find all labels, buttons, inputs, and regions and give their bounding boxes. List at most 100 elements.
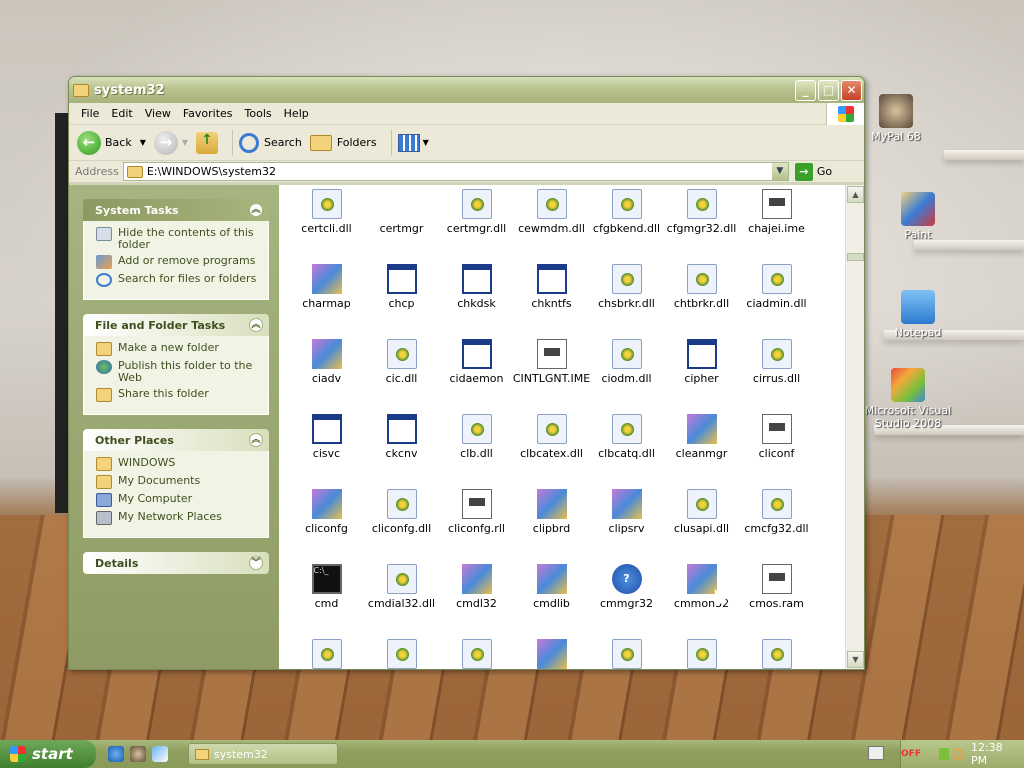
search-button[interactable]: Search [239, 132, 302, 153]
file-item[interactable] [739, 639, 814, 669]
file-item[interactable]: cliconfg.dll [364, 489, 439, 564]
file-item[interactable]: cirrus.dll [739, 339, 814, 414]
tray-app-icon[interactable] [938, 748, 949, 760]
menu-edit[interactable]: Edit [105, 107, 138, 120]
file-item[interactable]: ciodm.dll [589, 339, 664, 414]
file-item[interactable]: cic.dll [364, 339, 439, 414]
place-my-documents[interactable]: My Documents [96, 475, 262, 489]
file-item[interactable]: cfgmgr32.dll [664, 189, 739, 264]
file-item[interactable] [514, 639, 589, 669]
forward-dropdown-icon[interactable]: ▼ [182, 138, 188, 147]
file-item[interactable]: cewmdm.dll [514, 189, 589, 264]
taskbar-item-system32[interactable]: system32 [188, 743, 338, 765]
file-list[interactable]: certcli.dll certmgr certmgr.dll cewmdm.dll c… [279, 185, 847, 669]
system-tasks-header[interactable]: System Tasks ︽ [83, 199, 269, 221]
file-item[interactable] [364, 639, 439, 669]
menu-view[interactable]: View [139, 107, 177, 120]
task-add-remove-programs[interactable]: Add or remove programs [96, 255, 262, 269]
file-item[interactable]: clbcatq.dll [589, 414, 664, 489]
address-input[interactable]: E:\WINDOWS\system32 ▼ [122, 162, 789, 181]
file-item[interactable]: cmdl32 [439, 564, 514, 639]
task-new-folder[interactable]: Make a new folder [96, 342, 262, 356]
desktop-icon-paint[interactable]: Paint [873, 192, 963, 241]
file-item[interactable]: cliconfg.rll [439, 489, 514, 564]
file-item[interactable]: chsbrkr.dll [589, 264, 664, 339]
desktop-icon-visual-studio[interactable]: Microsoft Visual Studio 2008 [862, 368, 954, 430]
file-item[interactable]: cmdial32.dll [364, 564, 439, 639]
details-header[interactable]: Details ︾ [83, 552, 269, 574]
file-folder-tasks-header[interactable]: File and Folder Tasks ︽ [83, 314, 269, 336]
menu-help[interactable]: Help [278, 107, 315, 120]
go-button[interactable]: → Go [794, 162, 832, 181]
file-item[interactable]: charmap [289, 264, 364, 339]
task-hide-contents[interactable]: Hide the contents of this folder [96, 227, 262, 251]
file-item[interactable]: cliconf [739, 414, 814, 489]
file-item[interactable] [439, 639, 514, 669]
scroll-up-icon[interactable]: ▲ [847, 186, 864, 203]
file-item[interactable]: certcli.dll [289, 189, 364, 264]
file-item[interactable]: chcp [364, 264, 439, 339]
place-my-network[interactable]: My Network Places [96, 511, 262, 525]
raccoon-icon[interactable] [130, 746, 146, 762]
menu-favorites[interactable]: Favorites [177, 107, 239, 120]
collapse-icon[interactable]: ︽ [249, 318, 263, 332]
tray-off-indicator[interactable]: OFF [901, 749, 921, 759]
file-item[interactable]: ckcnv [364, 414, 439, 489]
views-button[interactable]: ▼ [397, 133, 429, 152]
tray-search-icon[interactable] [952, 748, 963, 760]
keyboard-icon[interactable] [868, 746, 884, 760]
collapse-icon[interactable]: ︽ [249, 433, 263, 447]
file-item[interactable]: cidaemon [439, 339, 514, 414]
clock[interactable]: 12:38 PM [971, 741, 1012, 767]
show-desktop-icon[interactable] [152, 746, 168, 762]
start-button[interactable]: start [0, 740, 96, 768]
file-item[interactable]: ciadv [289, 339, 364, 414]
file-item[interactable]: C:\_ cmd [289, 564, 364, 639]
file-item[interactable]: ciadmin.dll [739, 264, 814, 339]
menu-file[interactable]: File [75, 107, 105, 120]
forward-button[interactable]: → ▼ [153, 130, 188, 155]
file-item[interactable] [664, 639, 739, 669]
file-item[interactable]: cmmon32 [664, 564, 739, 639]
menu-tools[interactable]: Tools [239, 107, 278, 120]
file-item[interactable] [289, 639, 364, 669]
close-button[interactable]: ✕ [841, 79, 862, 101]
folders-button[interactable]: Folders [309, 134, 377, 151]
maximize-button[interactable]: □ [818, 79, 839, 101]
explorer-window[interactable]: system32 _ □ ✕ File Edit View Favorites … [68, 76, 865, 670]
file-item[interactable]: cliconfg [289, 489, 364, 564]
back-dropdown-icon[interactable]: ▼ [140, 138, 146, 147]
up-button[interactable]: ↑ [196, 131, 219, 154]
file-item[interactable]: certmgr [364, 189, 439, 264]
file-item[interactable]: ? cmmgr32 [589, 564, 664, 639]
file-item[interactable] [589, 639, 664, 669]
minimize-button[interactable]: _ [795, 79, 816, 101]
task-search-files[interactable]: Search for files or folders [96, 273, 262, 287]
file-item[interactable]: cisvc [289, 414, 364, 489]
collapse-icon[interactable]: ︽ [249, 203, 263, 217]
file-item[interactable]: clipbrd [514, 489, 589, 564]
task-publish-web[interactable]: Publish this folder to the Web [96, 360, 262, 384]
other-places-header[interactable]: Other Places ︽ [83, 429, 269, 451]
file-item[interactable]: chajei.ime [739, 189, 814, 264]
file-item[interactable]: certmgr.dll [439, 189, 514, 264]
expand-icon[interactable]: ︾ [249, 556, 263, 570]
file-item[interactable]: cmdlib [514, 564, 589, 639]
file-item[interactable]: cipher [664, 339, 739, 414]
back-button[interactable]: ← Back ▼ [77, 130, 146, 155]
scroll-down-icon[interactable]: ▼ [847, 651, 864, 668]
file-item[interactable]: clusapi.dll [664, 489, 739, 564]
file-item[interactable]: clb.dll [439, 414, 514, 489]
address-dropdown-icon[interactable]: ▼ [771, 163, 788, 180]
file-item[interactable]: chkntfs [514, 264, 589, 339]
place-my-computer[interactable]: My Computer [96, 493, 262, 507]
file-item[interactable]: cfgbkend.dll [589, 189, 664, 264]
internet-explorer-icon[interactable] [108, 746, 124, 762]
vertical-scrollbar[interactable]: ▲ ▼ [845, 185, 864, 669]
task-share-folder[interactable]: Share this folder [96, 388, 262, 402]
file-item[interactable]: cleanmgr [664, 414, 739, 489]
file-item[interactable]: chtbrkr.dll [664, 264, 739, 339]
file-item[interactable]: cmcfg32.dll [739, 489, 814, 564]
file-item[interactable]: clipsrv [589, 489, 664, 564]
place-windows[interactable]: WINDOWS [96, 457, 262, 471]
